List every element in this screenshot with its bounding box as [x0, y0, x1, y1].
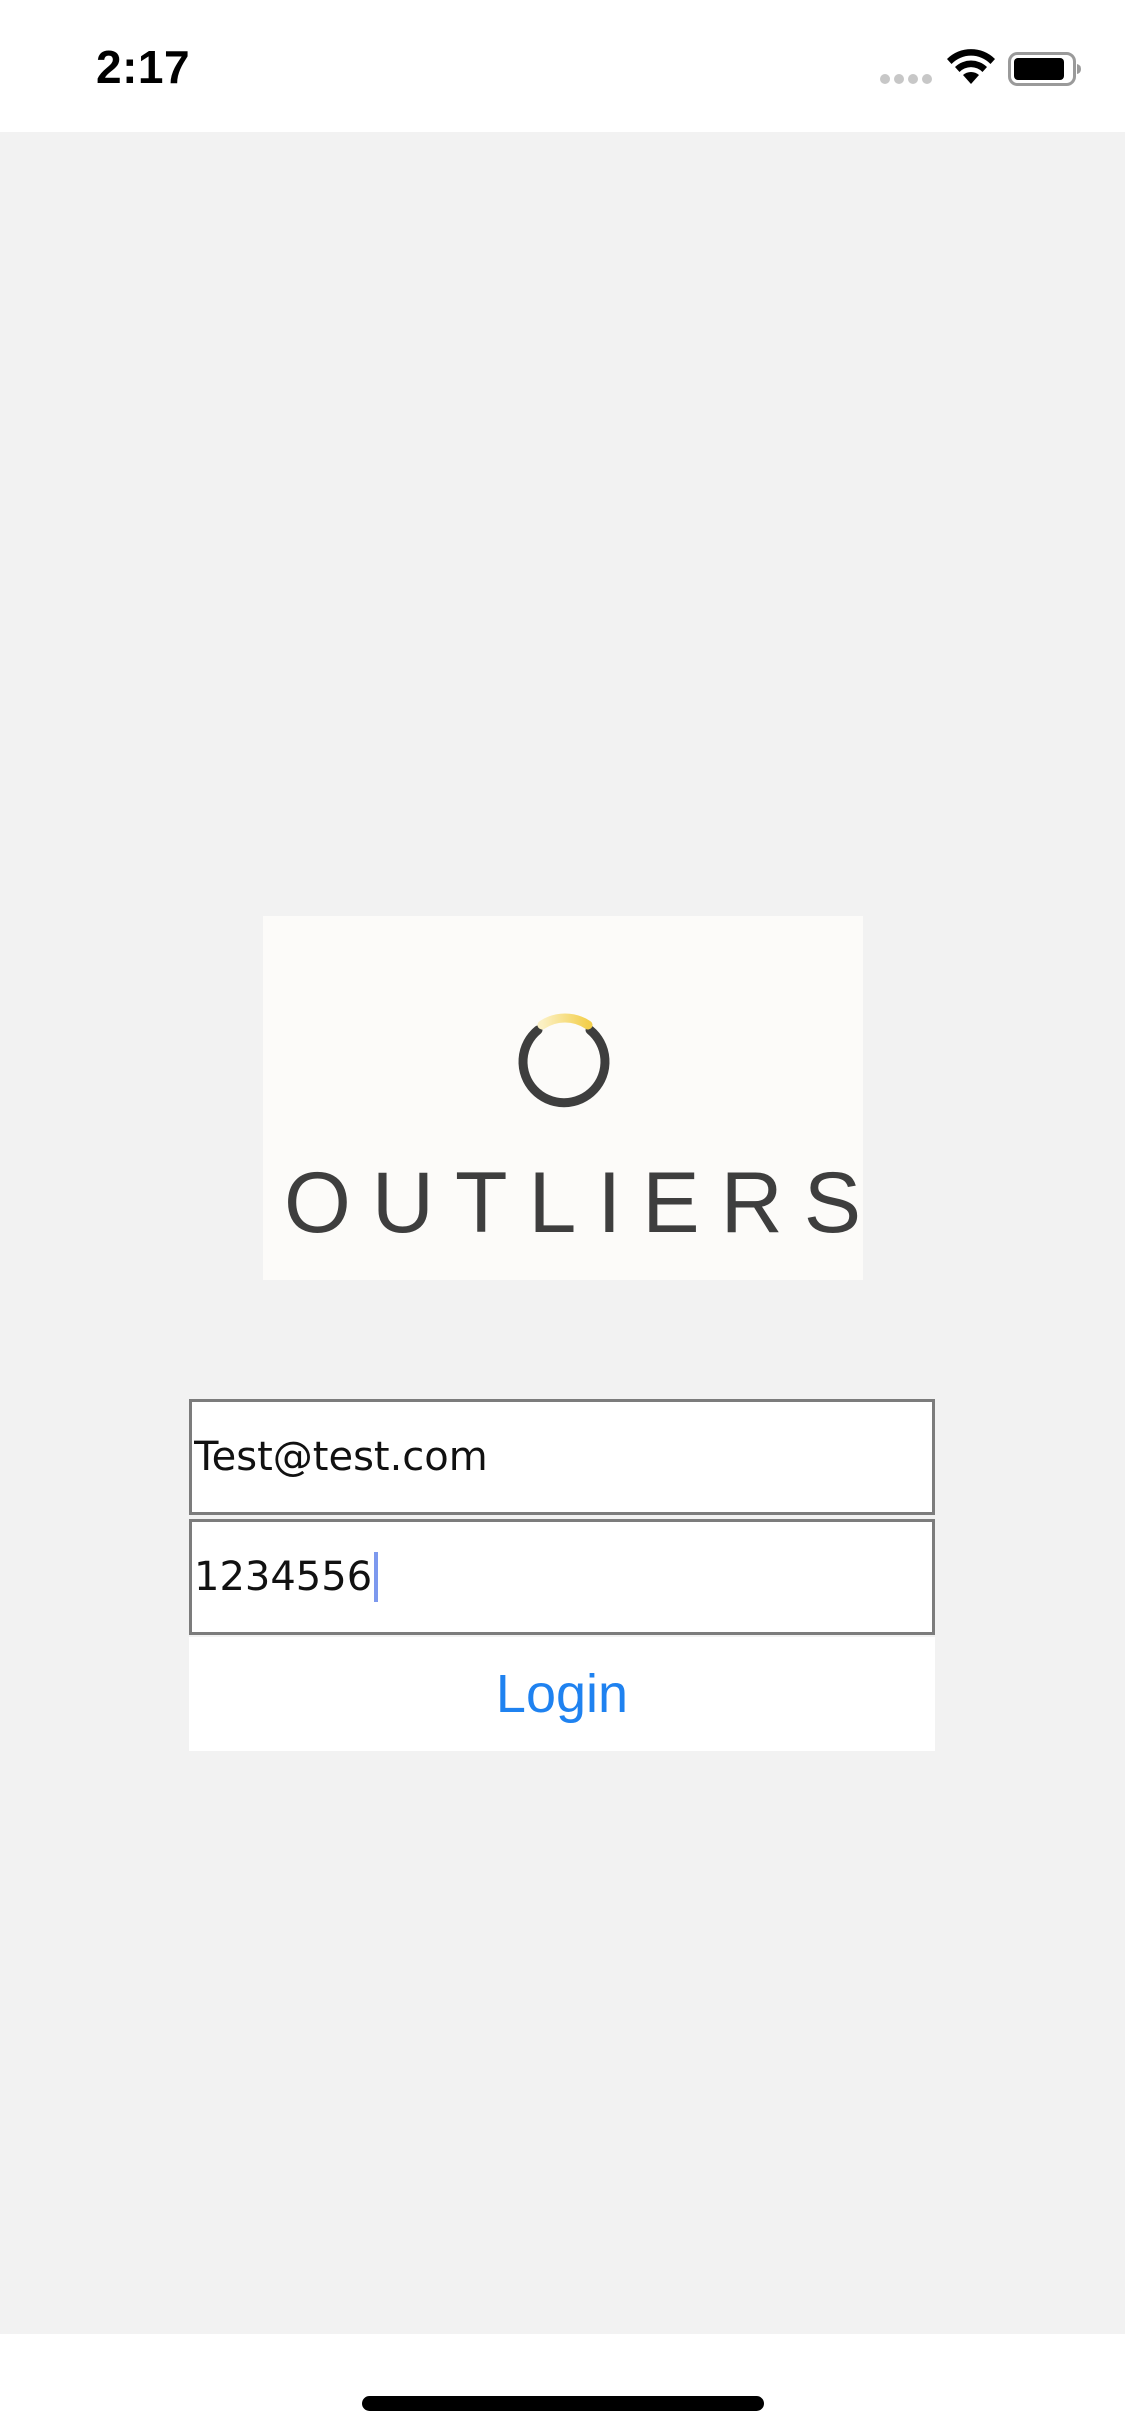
password-input[interactable]: 1234556 [194, 1522, 379, 1632]
logo-wordmark: OUTLIERS [284, 1155, 883, 1251]
text-caret [374, 1552, 379, 1602]
home-area [0, 2334, 1125, 2436]
cellular-signal-icon [880, 74, 934, 86]
status-time: 2:17 [96, 41, 191, 93]
battery-icon [1008, 52, 1081, 86]
email-input[interactable] [192, 1402, 932, 1512]
email-field[interactable] [189, 1399, 935, 1515]
ring-logo-icon [518, 1013, 610, 1108]
password-field[interactable]: 1234556 [189, 1519, 935, 1635]
status-bar: 2:17 [0, 0, 1125, 132]
home-indicator[interactable] [362, 2396, 764, 2411]
login-button[interactable]: Login [189, 1637, 935, 1751]
wifi-icon [947, 49, 995, 84]
logo-card: OUTLIERS [263, 916, 863, 1280]
password-text: 1234556 [194, 1554, 373, 1600]
